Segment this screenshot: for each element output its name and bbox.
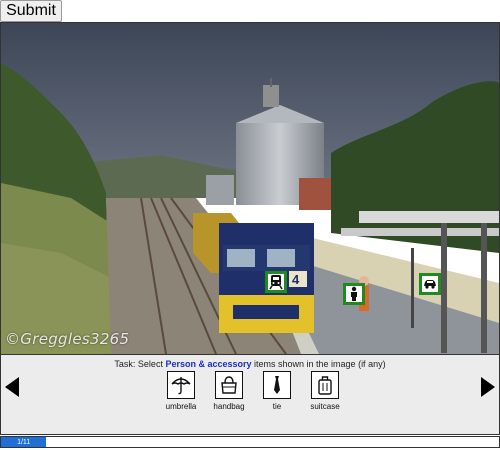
tie-icon [274,376,280,394]
option-umbrella[interactable]: umbrella [164,371,198,411]
car-icon [424,280,436,289]
person-icon [351,286,357,301]
train-icon [269,275,283,290]
option-list: umbrella handbag tie suitcase [1,371,499,411]
marker-train[interactable] [265,271,287,293]
option-label: handbag [213,402,245,411]
option-suitcase[interactable]: suitcase [308,371,342,411]
task-suffix: items shown in the image (if any) [251,359,386,369]
progress-bar: 1/11 [0,436,500,448]
progress-fill: 1/11 [1,437,47,447]
suitcase-icon [318,376,332,395]
task-category: Person & accessory [165,359,252,369]
railway-photo: 4 [1,23,499,354]
train-number: 4 [292,272,300,287]
marker-person[interactable] [343,283,365,305]
progress-text: 1/11 [17,438,31,446]
umbrella-icon [171,377,191,395]
option-label: suitcase [310,402,340,411]
option-tie[interactable]: tie [260,371,294,411]
option-label: tie [272,402,282,411]
scene-image: 4 ©Greggles3265 [0,22,500,355]
option-label: umbrella [165,402,197,411]
handbag-icon [221,376,237,394]
submit-button[interactable]: Submit [0,0,62,22]
task-panel: Task: Select Person & accessory items sh… [0,355,500,435]
watermark: ©Greggles3265 [5,330,130,348]
task-instruction: Task: Select Person & accessory items sh… [1,359,499,369]
task-prefix: Task: Select [114,359,166,369]
option-handbag[interactable]: handbag [212,371,246,411]
marker-car[interactable] [419,273,441,295]
